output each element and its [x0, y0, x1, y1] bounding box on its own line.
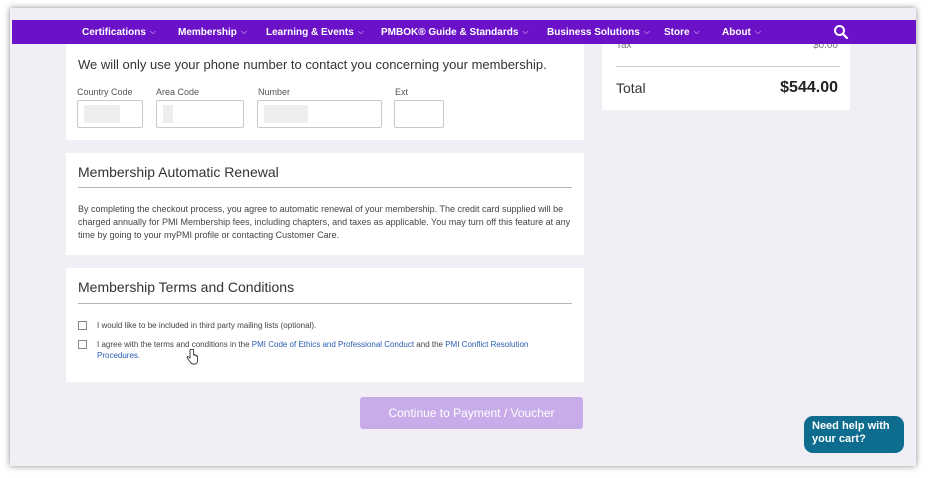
phone-card: We will only use your phone number to co…	[66, 44, 584, 140]
country-code-input[interactable]	[77, 100, 143, 128]
mailing-list-option: I would like to be included in third par…	[78, 320, 316, 331]
phone-intro: We will only use your phone number to co…	[78, 57, 547, 72]
nav-certifications[interactable]: Certifications ⌵	[82, 20, 156, 44]
redacted-value	[163, 105, 173, 123]
chevron-down-icon: ⌵	[149, 27, 156, 36]
chevron-down-icon: ⌵	[357, 27, 364, 36]
terms-card: Membership Terms and Conditions I would …	[66, 268, 584, 382]
nav-business-solutions[interactable]: Business Solutions ⌵	[547, 20, 650, 44]
mailing-list-checkbox[interactable]	[78, 321, 87, 330]
nav-about[interactable]: About ⌵	[722, 20, 761, 44]
chevron-down-icon: ⌵	[693, 27, 700, 36]
ext-input[interactable]	[394, 100, 444, 128]
renewal-text: By completing the checkout process, you …	[78, 204, 571, 240]
nav-pmbok[interactable]: PMBOK® Guide & Standards ⌵	[381, 20, 528, 44]
number-label: Number	[258, 87, 291, 97]
total-label: Total	[616, 80, 646, 96]
agree-terms-label: I agree with the terms and conditions in…	[97, 339, 568, 361]
renewal-card: Membership Automatic Renewal By completi…	[66, 153, 584, 255]
ext-label: Ext	[395, 87, 409, 97]
search-icon[interactable]	[832, 23, 850, 41]
nav-label: PMBOK® Guide & Standards	[381, 26, 519, 38]
redacted-value	[264, 105, 308, 123]
continue-to-payment-button[interactable]: Continue to Payment / Voucher	[360, 397, 583, 429]
divider	[78, 187, 572, 188]
agree-terms-checkbox[interactable]	[78, 340, 87, 349]
nav-label: About	[722, 26, 751, 38]
nav-learning-events[interactable]: Learning & Events ⌵	[266, 20, 364, 44]
agree-text: .	[137, 351, 141, 360]
number-input[interactable]	[257, 100, 382, 128]
nav-label: Certifications	[82, 26, 146, 38]
main-nav: Certifications ⌵ Membership ⌵ Learning & E…	[12, 20, 916, 44]
area-code-input[interactable]	[156, 100, 244, 128]
nav-label: Business Solutions	[547, 26, 640, 38]
nav-membership[interactable]: Membership ⌵	[178, 20, 247, 44]
code-of-ethics-link[interactable]: PMI Code of Ethics and Professional Cond…	[252, 340, 414, 349]
country-code-label: Country Code	[77, 87, 133, 97]
redacted-value	[84, 105, 120, 123]
divider	[78, 303, 572, 304]
renewal-title: Membership Automatic Renewal	[78, 164, 279, 180]
terms-title: Membership Terms and Conditions	[78, 279, 295, 295]
mailing-list-label: I would like to be included in third par…	[97, 321, 317, 330]
chevron-down-icon: ⌵	[240, 27, 247, 36]
divider	[616, 66, 840, 67]
agree-text: and the	[414, 340, 446, 349]
chevron-down-icon: ⌵	[643, 27, 650, 36]
nav-label: Learning & Events	[266, 26, 354, 38]
area-code-label: Area Code	[156, 87, 200, 97]
nav-store[interactable]: Store ⌵	[664, 20, 700, 44]
need-help-button[interactable]: Need help with your cart?	[804, 416, 904, 453]
nav-label: Membership	[178, 26, 237, 38]
agree-terms-option: I agree with the terms and conditions in…	[78, 339, 568, 361]
chevron-down-icon: ⌵	[522, 27, 529, 36]
chevron-down-icon: ⌵	[754, 27, 761, 36]
order-summary: Tax $0.00 Total $544.00	[602, 40, 850, 110]
total-value: $544.00	[780, 79, 838, 96]
nav-label: Store	[664, 26, 690, 38]
agree-text: I agree with the terms and conditions in…	[97, 340, 252, 349]
hand-cursor-icon	[186, 349, 198, 365]
